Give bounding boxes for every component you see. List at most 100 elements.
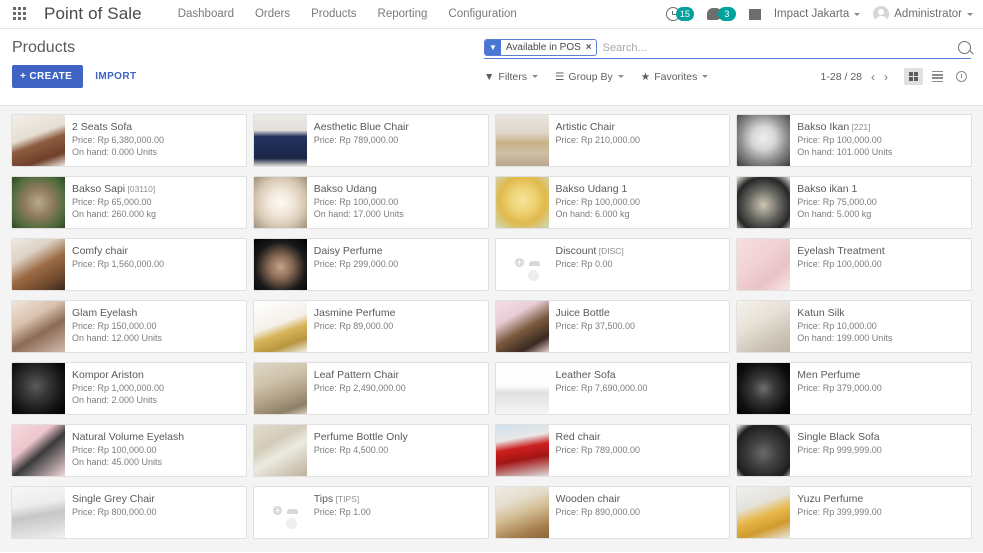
product-card[interactable]: Single Black Sofa Price: Rp 999,999.00 — [736, 424, 972, 477]
product-card-body: Red chair Price: Rp 789,000.00 — [549, 425, 730, 476]
product-card[interactable]: Red chair Price: Rp 789,000.00 — [494, 424, 731, 477]
product-price: Price: Rp 2,490,000.00 — [313, 383, 406, 393]
product-price: Price: Rp 789,000.00 — [313, 135, 399, 145]
product-card[interactable]: Kompor Ariston Price: Rp 1,000,000.00 On h… — [11, 362, 247, 415]
product-card[interactable]: Perfume Bottle Only Price: Rp 4,500.00 — [252, 424, 489, 477]
product-card[interactable]: Aesthetic Blue Chair Price: Rp 789,000.00 — [252, 114, 489, 167]
product-card[interactable]: Bakso Udang 1 Price: Rp 100,000.00 On hand… — [494, 176, 731, 229]
message-count-badge: 3 — [717, 7, 736, 21]
filter-icon: ▼ — [484, 70, 495, 83]
product-on-hand: On hand: 2.000 Units — [72, 395, 158, 405]
product-card-body: Perfume Bottle Only Price: Rp 4,500.00 — [307, 425, 488, 476]
star-icon: ★ — [640, 70, 651, 83]
product-name: Comfy chair — [72, 245, 129, 257]
product-card[interactable]: Men Perfume Price: Rp 379,000.00 — [736, 362, 972, 415]
product-card[interactable]: Yuzu Perfume Price: Rp 399,999.00 — [736, 486, 972, 539]
product-card[interactable]: Juice Bottle Price: Rp 37,500.00 — [494, 300, 731, 353]
product-image — [737, 177, 791, 228]
create-button[interactable]: + CREATE — [12, 65, 84, 88]
product-image — [253, 425, 307, 476]
product-image — [253, 239, 307, 290]
product-on-hand: On hand: 0.000 Units — [72, 147, 158, 157]
menu-item-orders[interactable]: Orders — [255, 8, 290, 20]
user-menu[interactable]: Administrator — [873, 6, 973, 22]
pager-range[interactable]: 1-28 / 28 — [821, 71, 862, 83]
product-image — [495, 487, 549, 538]
search-input[interactable] — [596, 39, 953, 56]
product-card[interactable]: + Tips [TIPS] Price: Rp 1.00 — [252, 486, 489, 539]
product-card[interactable]: Natural Volume Eyelash Price: Rp 100,000.… — [11, 424, 247, 477]
chevron-right-icon[interactable]: › — [884, 70, 888, 84]
product-card[interactable]: Jasmine Perfume Price: Rp 89,000.00 — [252, 300, 489, 353]
product-card-body: Leather Sofa Price: Rp 7,690,000.00 — [549, 363, 730, 414]
product-card-body: Artistic Chair Price: Rp 210,000.00 — [549, 115, 730, 166]
product-on-hand: On hand: 101.000 Units — [797, 147, 893, 157]
product-image — [737, 115, 791, 166]
product-name: Red chair — [555, 431, 601, 443]
menu-item-products[interactable]: Products — [311, 8, 356, 20]
product-card[interactable]: Glam Eyelash Price: Rp 150,000.00 On hand:… — [11, 300, 247, 353]
product-name: Single Black Sofa — [797, 431, 880, 443]
product-card-body: Natural Volume Eyelash Price: Rp 100,000.… — [65, 425, 246, 476]
product-name: Bakso Ikan [221] — [797, 121, 871, 133]
product-card[interactable]: Single Grey Chair Price: Rp 800,000.00 — [11, 486, 247, 539]
product-card[interactable]: Comfy chair Price: Rp 1,560,000.00 — [11, 238, 247, 291]
product-card[interactable]: Bakso Ikan [221] Price: Rp 100,000.00 On h… — [736, 114, 972, 167]
product-card[interactable]: Bakso Udang Price: Rp 100,000.00 On hand: … — [252, 176, 489, 229]
product-image — [12, 425, 65, 476]
product-card[interactable]: Bakso Sapi [03110] Price: Rp 65,000.00 On … — [11, 176, 247, 229]
chevron-left-icon[interactable]: ‹ — [871, 70, 875, 84]
main-menu: Dashboard Orders Products Reporting Conf… — [178, 8, 517, 20]
filters-dropdown[interactable]: ▼ Filters — [484, 71, 538, 83]
product-card[interactable]: Bakso ikan 1 Price: Rp 75,000.00 On hand: … — [736, 176, 972, 229]
menu-item-configuration[interactable]: Configuration — [448, 8, 516, 20]
product-name: Eyelash Treatment — [797, 245, 885, 257]
product-image — [495, 425, 549, 476]
favorites-dropdown[interactable]: ★ Favorites — [641, 71, 709, 83]
product-card-body: Single Black Sofa Price: Rp 999,999.00 — [790, 425, 971, 476]
product-card[interactable]: 2 Seats Sofa Price: Rp 6,380,000.00 On han… — [11, 114, 247, 167]
group-by-dropdown[interactable]: ☰ Group By — [555, 71, 624, 83]
product-on-hand: On hand: 260.000 kg — [72, 209, 157, 219]
activities-menu[interactable]: 15 — [665, 7, 694, 21]
product-name: Discount [DISC] — [555, 245, 624, 257]
top-navbar: Point of Sale Dashboard Orders Products … — [0, 0, 983, 29]
search-facet-label: Available in POS — [500, 40, 584, 55]
search-icon[interactable] — [958, 41, 971, 54]
product-name: Perfume Bottle Only — [313, 431, 408, 443]
product-card[interactable]: Wooden chair Price: Rp 890,000.00 — [494, 486, 731, 539]
product-price: Price: Rp 890,000.00 — [555, 507, 641, 517]
product-price: Price: Rp 1.00 — [313, 507, 371, 517]
list-view-button[interactable] — [928, 68, 947, 85]
apps-grid-icon[interactable] — [13, 6, 28, 22]
product-card[interactable]: Eyelash Treatment Price: Rp 100,000.00 — [736, 238, 972, 291]
product-card-body: Jasmine Perfume Price: Rp 89,000.00 — [307, 301, 488, 352]
product-card-body: Kompor Ariston Price: Rp 1,000,000.00 On h… — [65, 363, 246, 414]
gift-icon[interactable] — [748, 8, 761, 20]
import-button[interactable]: IMPORT — [93, 65, 138, 88]
messages-menu[interactable]: 3 — [706, 7, 736, 21]
product-price: Price: Rp 999,999.00 — [797, 445, 882, 455]
product-on-hand: On hand: 45.000 Units — [72, 457, 163, 467]
product-card[interactable]: Artistic Chair Price: Rp 210,000.00 — [494, 114, 731, 167]
kanban-view-button[interactable] — [904, 68, 923, 85]
menu-item-dashboard[interactable]: Dashboard — [178, 8, 234, 20]
product-card[interactable]: Leaf Pattern Chair Price: Rp 2,490,000.00 — [252, 362, 489, 415]
product-code: [03110] — [125, 184, 156, 194]
product-name: Daisy Perfume — [313, 245, 383, 257]
close-icon[interactable]: × — [583, 40, 596, 55]
control-panel-left: Products + CREATE IMPORT — [12, 39, 139, 88]
control-panel: Products + CREATE IMPORT ▼ Available in … — [0, 29, 983, 106]
menu-item-reporting[interactable]: Reporting — [378, 8, 428, 20]
company-switcher[interactable]: Impact Jakarta — [774, 8, 861, 20]
product-card[interactable]: Leather Sofa Price: Rp 7,690,000.00 — [494, 362, 731, 415]
product-image — [253, 363, 307, 414]
product-card[interactable]: Daisy Perfume Price: Rp 299,000.00 — [252, 238, 489, 291]
product-name: Single Grey Chair — [72, 493, 155, 505]
activity-view-button[interactable] — [952, 68, 971, 85]
product-card[interactable]: Katun Silk Price: Rp 10,000.00 On hand: 19… — [736, 300, 972, 353]
search-facet-available-in-pos[interactable]: ▼ Available in POS × — [484, 39, 597, 56]
app-brand-title[interactable]: Point of Sale — [44, 4, 142, 24]
product-card-body: Discount [DISC] Price: Rp 0.00 — [549, 239, 730, 290]
product-card[interactable]: + Discount [DISC] Price: Rp 0.00 — [494, 238, 731, 291]
